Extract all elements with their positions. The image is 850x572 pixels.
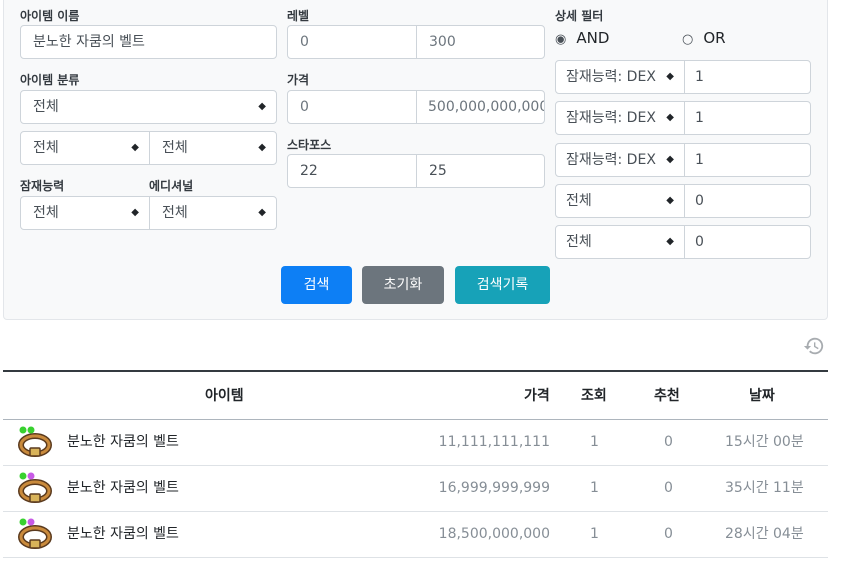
reset-button[interactable]: 초기화 — [362, 266, 444, 304]
search-history-button[interactable]: 검색기록 — [455, 266, 550, 304]
radio-unchecked-icon: ○ — [682, 32, 694, 47]
belt-icon — [18, 472, 52, 503]
table-row[interactable]: 분노한 자쿰의 벨트 18,500,000,000 1 0 28시간 04분 — [3, 512, 828, 558]
sort-arrows-icon: ◆ — [666, 195, 674, 206]
price-min-input[interactable]: 0 — [287, 90, 417, 124]
item-name[interactable]: 분노한 자쿰의 벨트 — [67, 420, 179, 465]
additional-label: 에디셔널 — [149, 179, 194, 193]
potential-label: 잠재능력 — [20, 179, 65, 193]
starforce-max-input[interactable]: 25 — [416, 154, 545, 188]
item-name[interactable]: 분노한 자쿰의 벨트 — [67, 466, 179, 511]
item-views: 1 — [590, 480, 599, 496]
header-item: 아이템 — [205, 388, 244, 404]
starforce-label: 스타포스 — [287, 138, 332, 152]
detail-option-select[interactable]: 전체 ◆ — [555, 225, 685, 259]
belt-icon — [18, 518, 52, 549]
detail-filter-label: 상세 필터 — [555, 9, 604, 23]
item-name-input[interactable]: 분노한 자쿰의 벨트 — [20, 25, 277, 59]
detail-value-input[interactable]: 1 — [684, 60, 811, 94]
sub-category-select-2[interactable]: 전체 ◆ — [149, 131, 277, 165]
sort-arrows-icon: ◆ — [258, 207, 266, 218]
item-recommend: 0 — [664, 434, 673, 450]
sort-arrows-icon: ◆ — [131, 142, 139, 153]
item-name-label: 아이템 이름 — [20, 9, 80, 23]
item-date: 28시간 04분 — [725, 526, 804, 542]
item-price: 16,999,999,999 — [438, 480, 550, 496]
item-recommend: 0 — [664, 526, 673, 542]
item-price: 11,111,111,111 — [438, 434, 550, 450]
header-views: 조회 — [581, 388, 607, 404]
price-label: 가격 — [287, 73, 310, 87]
radio-and[interactable]: ◉ AND — [555, 29, 609, 47]
history-icon[interactable] — [803, 335, 825, 357]
detail-value-input[interactable]: 0 — [684, 225, 811, 259]
sort-arrows-icon: ◆ — [666, 71, 674, 82]
sort-arrows-icon: ◆ — [666, 154, 674, 165]
item-views: 1 — [590, 526, 599, 542]
item-date: 15시간 00분 — [725, 434, 804, 450]
results-table: 아이템 가격 조회 추천 날짜 분노한 자쿰의 벨트 11,111,111,111… — [3, 370, 828, 558]
table-row[interactable]: 분노한 자쿰의 벨트 11,111,111,111 1 0 15시간 00분 — [3, 420, 828, 466]
table-header: 아이템 가격 조회 추천 날짜 — [3, 370, 828, 420]
item-name[interactable]: 분노한 자쿰의 벨트 — [67, 512, 179, 557]
sub-category-select-1[interactable]: 전체 ◆ — [20, 131, 150, 165]
detail-value-input[interactable]: 1 — [684, 101, 811, 135]
level-label: 레벨 — [287, 9, 310, 23]
sort-arrows-icon: ◆ — [258, 101, 266, 112]
header-price: 가격 — [524, 388, 550, 404]
item-category-label: 아이템 분류 — [20, 73, 80, 87]
sort-arrows-icon: ◆ — [131, 207, 139, 218]
additional-select[interactable]: 전체 ◆ — [149, 196, 277, 230]
potential-select[interactable]: 전체 ◆ — [20, 196, 150, 230]
level-min-input[interactable]: 0 — [287, 25, 417, 59]
radio-checked-icon: ◉ — [555, 32, 567, 47]
header-date: 날짜 — [749, 388, 775, 404]
sort-arrows-icon: ◆ — [258, 142, 266, 153]
item-views: 1 — [590, 434, 599, 450]
radio-or[interactable]: ○ OR — [682, 29, 726, 47]
belt-icon — [18, 426, 52, 457]
item-date: 35시간 11분 — [725, 480, 804, 496]
sort-arrows-icon: ◆ — [666, 236, 674, 247]
table-body: 분노한 자쿰의 벨트 11,111,111,111 1 0 15시간 00분 분노한 자쿰… — [3, 420, 828, 558]
detail-option-select[interactable]: 잠재능력: DEX % 증가◆ — [555, 143, 685, 177]
detail-option-select[interactable]: 잠재능력: DEX % 증가◆ — [555, 60, 685, 94]
header-recommend: 추천 — [654, 388, 680, 404]
starforce-min-input[interactable]: 22 — [287, 154, 417, 188]
detail-value-input[interactable]: 1 — [684, 143, 811, 177]
price-max-input[interactable]: 500,000,000,000 — [416, 90, 545, 124]
item-category-select[interactable]: 전체 ◆ — [20, 90, 277, 124]
item-price: 18,500,000,000 — [438, 526, 550, 542]
search-button[interactable]: 검색 — [281, 266, 352, 304]
table-row[interactable]: 분노한 자쿰의 벨트 16,999,999,999 1 0 35시간 11분 — [3, 466, 828, 512]
detail-value-input[interactable]: 0 — [684, 184, 811, 218]
detail-option-select[interactable]: 잠재능력: DEX % 증가◆ — [555, 101, 685, 135]
detail-option-select[interactable]: 전체 ◆ — [555, 184, 685, 218]
level-max-input[interactable]: 300 — [416, 25, 545, 59]
item-recommend: 0 — [664, 480, 673, 496]
sort-arrows-icon: ◆ — [666, 112, 674, 123]
